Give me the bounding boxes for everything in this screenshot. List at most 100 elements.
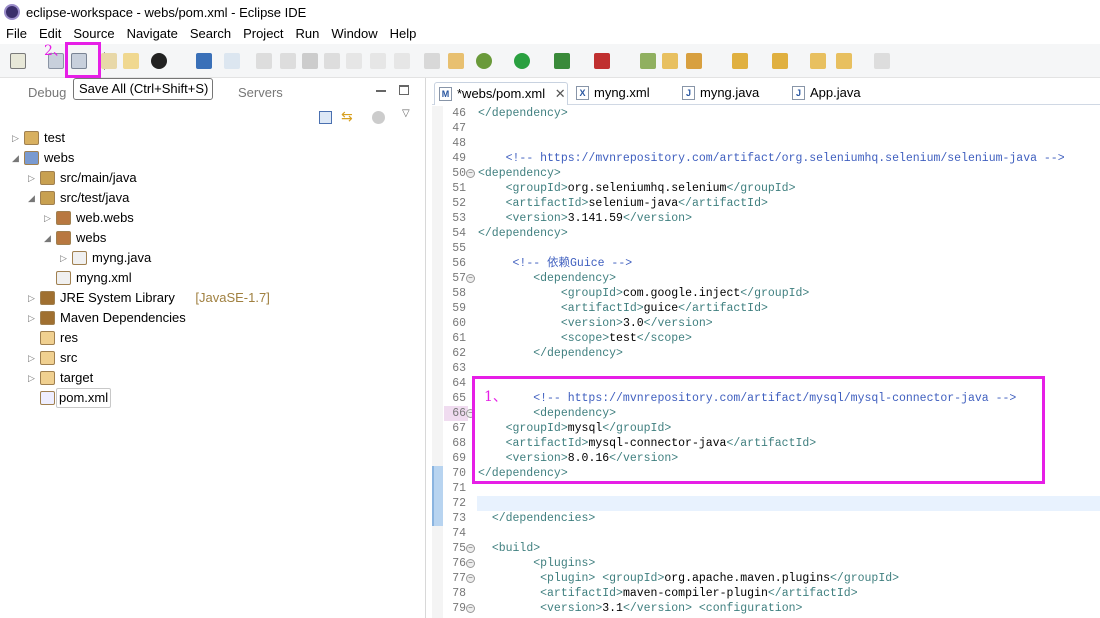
menu-file[interactable]: File [0,24,33,44]
maven-project-icon [24,151,39,165]
console-icon[interactable] [196,53,212,69]
line-number: 69 [452,452,466,465]
last-edit-icon[interactable] [810,53,826,69]
open-folder-icon[interactable] [662,53,678,69]
code-text: </dependencies> [491,512,596,525]
profile-icon[interactable] [151,53,167,69]
tab-myng-java[interactable]: J myng.java [678,82,759,105]
save-all-tooltip: Save All (Ctrl+Shift+S) [73,78,213,100]
external-tools-icon[interactable] [594,53,610,69]
code-text: <version>3.1</version> <configuration> [540,602,803,615]
tree-item-label: src/test/java [60,190,130,205]
fold-toggle-icon[interactable]: − [466,274,475,283]
expand-arrow-icon[interactable]: ▷ [28,348,36,368]
step-return-icon[interactable] [394,53,410,69]
expand-arrow-icon[interactable]: ▷ [28,288,36,308]
fold-toggle-icon[interactable]: − [466,169,475,178]
tab-pom-xml[interactable]: M *webs/pom.xml ✕ [434,82,568,105]
code-line: 54 </dependency> [432,226,1100,241]
fold-toggle-icon[interactable]: − [466,544,475,553]
skip-breakpoints-icon[interactable] [224,53,240,69]
line-number: 46 [452,107,466,120]
expand-arrow-icon[interactable]: ▷ [28,168,36,188]
view-menu-icon[interactable]: ▽ [402,108,410,119]
code-line: 50− <dependency> [432,166,1100,181]
title-bar: eclipse-workspace - webs/pom.xml - Eclip… [0,0,1100,24]
disconnect-icon[interactable] [324,53,340,69]
fold-toggle-icon[interactable]: − [466,604,475,613]
close-icon[interactable]: ✕ [555,86,566,101]
menu-run[interactable]: Run [290,24,326,44]
search-icon[interactable] [686,53,702,69]
forward-icon[interactable] [874,53,890,69]
tab-servers[interactable]: Servers [216,82,283,104]
collapse-all-icon[interactable] [319,111,332,124]
line-number: 49 [452,152,466,165]
code-line: 77− <plugin> <groupId>org.apache.maven.p… [432,571,1100,586]
menu-window[interactable]: Window [325,24,383,44]
collapse-arrow-icon[interactable]: ◢ [28,188,36,208]
filter-icon[interactable] [372,111,385,124]
menu-project[interactable]: Project [237,24,289,44]
next-annotation-icon[interactable] [732,53,748,69]
tree-item-label: JRE System Library [60,290,175,305]
use-step-filters-icon[interactable] [424,53,440,69]
prev-annotation-icon[interactable] [772,53,788,69]
tab-myng-xml[interactable]: X myng.xml [572,82,650,105]
back-icon[interactable] [836,53,852,69]
folder-icon [40,371,55,385]
library-icon [40,291,55,305]
new-icon[interactable] [10,53,26,69]
run-icon[interactable] [514,53,530,69]
line-number: 58 [452,287,466,300]
collapse-arrow-icon[interactable]: ◢ [44,228,52,248]
editor-tabs: M *webs/pom.xml ✕ X myng.xml J myng.java… [432,78,1100,105]
tab-label: myng.java [700,85,760,100]
menu-search[interactable]: Search [184,24,237,44]
code-text: </dependency> [478,227,568,240]
expand-arrow-icon[interactable]: ▷ [60,248,68,268]
code-text: <version>3.0</version> [560,317,713,330]
code-line: 63 [432,361,1100,376]
fold-toggle-icon[interactable]: − [466,574,475,583]
tree-item-label: src [60,350,78,365]
package-explorer: Debug Servers ⇆ ▽ ▷ test ◢ webs ▷ src/main/ja… [0,78,426,618]
java-file-icon [72,251,87,265]
toggle-mark-icon[interactable] [448,53,464,69]
toolbar: 2、 [0,42,1100,78]
fold-toggle-icon[interactable]: − [466,559,475,568]
maximize-icon[interactable] [399,85,409,95]
expand-arrow-icon[interactable]: ▷ [28,308,36,328]
tab-app-java[interactable]: J App.java [788,82,861,105]
line-number: 63 [452,362,466,375]
collapse-arrow-icon[interactable]: ◢ [12,148,20,168]
open-type-icon[interactable] [101,53,117,69]
annotation-1: 1、 [484,389,507,405]
expand-arrow-icon[interactable]: ▷ [12,128,20,148]
menu-help[interactable]: Help [384,24,423,44]
expand-arrow-icon[interactable]: ▷ [44,208,52,228]
menu-navigate[interactable]: Navigate [121,24,184,44]
step-over-icon[interactable] [370,53,386,69]
menu-source[interactable]: Source [67,24,120,44]
pom-file-icon [40,391,55,405]
resume-icon[interactable] [256,53,272,69]
link-with-editor-icon[interactable]: ⇆ [341,109,356,124]
java-file-icon: J [682,86,695,100]
terminate-icon[interactable] [302,53,318,69]
step-into-icon[interactable] [346,53,362,69]
tab-debug[interactable]: Debug [6,82,66,104]
minimize-icon[interactable] [376,90,386,92]
suspend-icon[interactable] [280,53,296,69]
eclipse-logo-icon [4,4,20,20]
folder-icon [40,351,55,365]
line-number: 75 [452,542,466,555]
line-number: 73 [452,512,466,525]
debug-icon[interactable] [476,53,492,69]
code-text: <version>3.141.59</version> [505,212,692,225]
open-task-icon[interactable] [123,53,139,69]
expand-arrow-icon[interactable]: ▷ [28,368,36,388]
coverage-icon[interactable] [554,53,570,69]
new-java-project-icon[interactable] [640,53,656,69]
code-line: 62 </dependency> [432,346,1100,361]
